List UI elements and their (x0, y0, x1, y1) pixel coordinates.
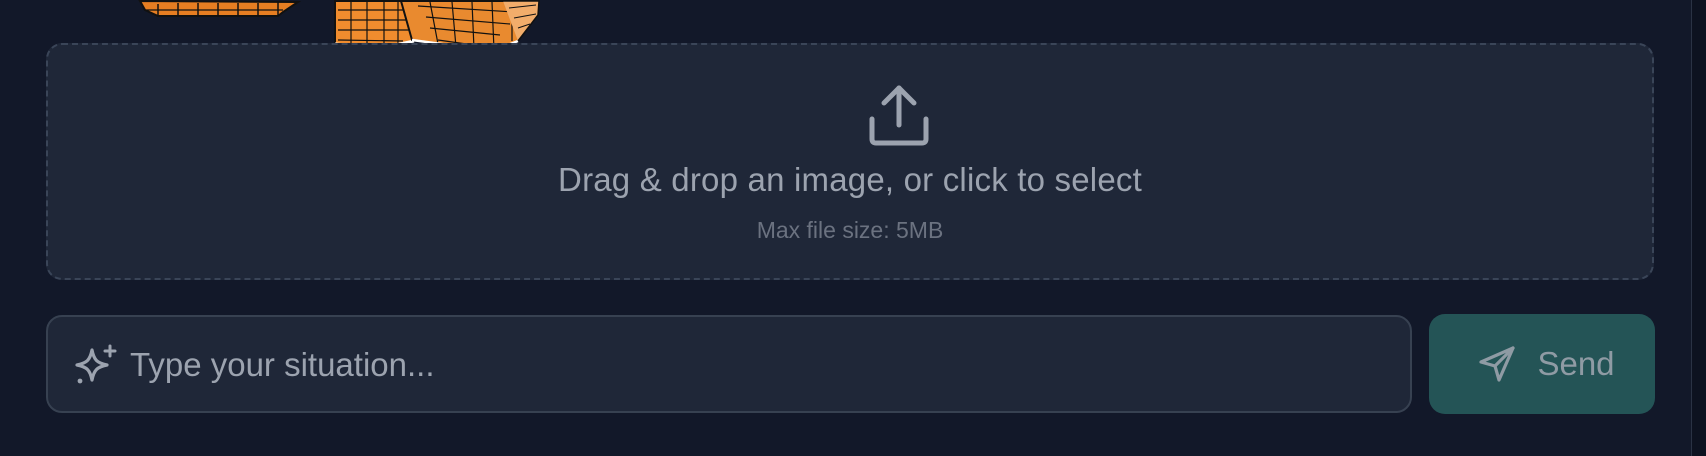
max-file-size-text: Max file size: 5MB (756, 217, 944, 243)
paper-plane-icon (1479, 346, 1516, 382)
situation-input-container[interactable] (46, 315, 1412, 413)
situation-input[interactable] (128, 329, 1392, 401)
send-button-label: Send (1537, 345, 1615, 382)
upload-icon (869, 85, 929, 146)
image-dropzone[interactable]: Drag & drop an image, or click to select… (46, 43, 1654, 280)
send-button[interactable]: Send (1429, 314, 1655, 414)
sparkles-icon (75, 344, 117, 384)
chat-composer-page: Drag & drop an image, or click to select… (0, 0, 1706, 456)
dropzone-title: Drag & drop an image, or click to select (558, 161, 1142, 198)
window-edge (1691, 0, 1706, 456)
